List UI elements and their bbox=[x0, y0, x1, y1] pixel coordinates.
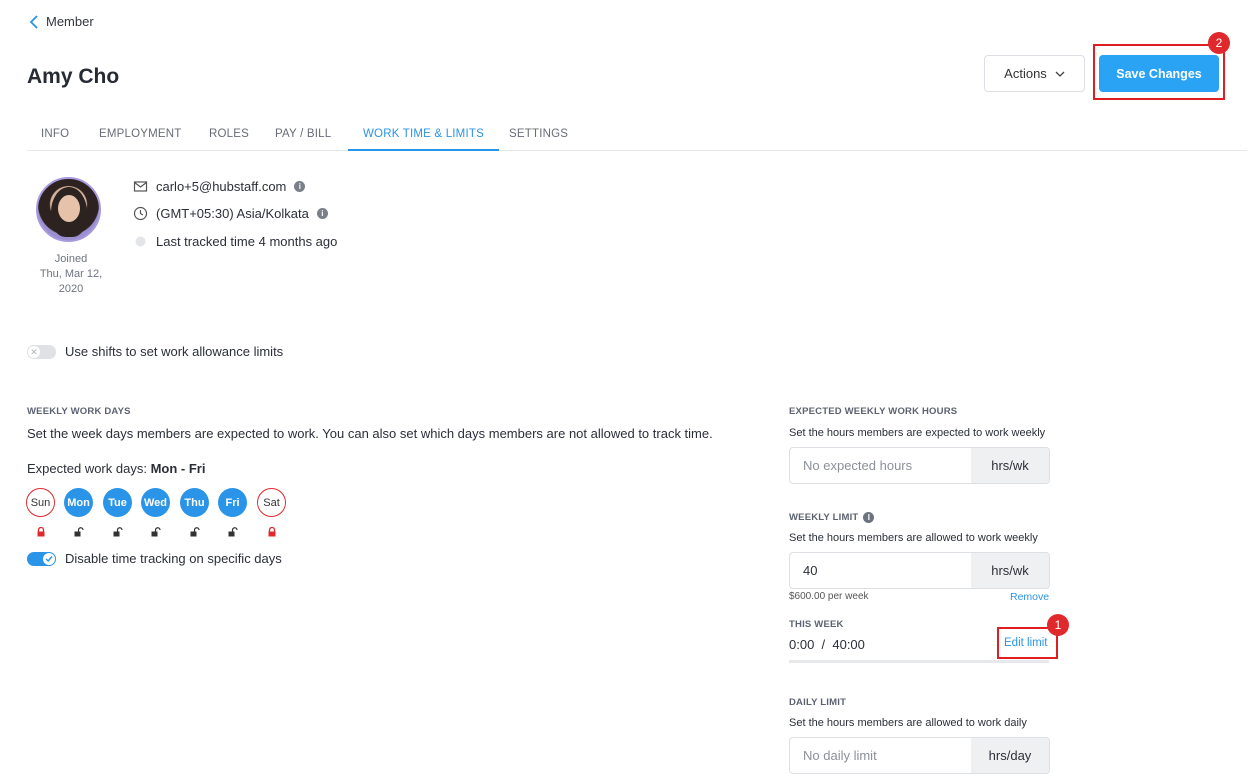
weekly-limit-input[interactable]: 40 bbox=[790, 553, 971, 588]
per-week-amount: $600.00 per week bbox=[789, 591, 869, 602]
expected-hours-field[interactable]: No expected hours hrs/wk bbox=[789, 447, 1050, 484]
day-sat[interactable]: Sat bbox=[257, 488, 286, 517]
clock-icon bbox=[133, 206, 148, 221]
tab-pay-bill[interactable]: PAY / BILL bbox=[275, 120, 331, 151]
tab-roles[interactable]: ROLES bbox=[209, 120, 249, 151]
weekly-limit-unit: hrs/wk bbox=[971, 553, 1049, 588]
lock-open-icon[interactable] bbox=[228, 527, 238, 537]
daily-limit-description: Set the hours members are allowed to wor… bbox=[789, 717, 1027, 729]
annotation-badge-2: 2 bbox=[1208, 32, 1230, 54]
tab-work-time-limits[interactable]: WORK TIME & LIMITS bbox=[348, 120, 499, 151]
daily-limit-heading: DAILY LIMIT bbox=[789, 697, 847, 708]
chevron-down-icon bbox=[1055, 71, 1065, 77]
weekly-work-days-heading: WEEKLY WORK DAYS bbox=[27, 406, 131, 417]
page-title: Amy Cho bbox=[27, 65, 120, 88]
last-tracked-text: Last tracked time 4 months ago bbox=[156, 234, 338, 249]
tab-info[interactable]: INFO bbox=[41, 120, 69, 151]
back-link[interactable]: Member bbox=[29, 14, 94, 29]
expected-weekly-heading: EXPECTED WEEKLY WORK HOURS bbox=[789, 406, 958, 417]
actions-label: Actions bbox=[1004, 66, 1047, 81]
joined-label: Joined bbox=[54, 253, 88, 265]
lock-open-icon[interactable] bbox=[113, 527, 123, 537]
daily-limit-input[interactable]: No daily limit bbox=[790, 738, 971, 773]
day-fri[interactable]: Fri bbox=[218, 488, 247, 517]
expected-hours-input[interactable]: No expected hours bbox=[790, 448, 971, 483]
day-sun[interactable]: Sun bbox=[26, 488, 55, 517]
check-icon bbox=[43, 553, 55, 565]
weekly-limit-heading-row: WEEKLY LIMIT i bbox=[789, 512, 875, 523]
avatar bbox=[36, 177, 101, 242]
tab-bar: INFO EMPLOYMENT ROLES PAY / BILL WORK TI… bbox=[27, 120, 1247, 151]
lock-open-icon[interactable] bbox=[190, 527, 200, 537]
day-wed[interactable]: Wed bbox=[141, 488, 170, 517]
weekly-limit-description: Set the hours members are allowed to wor… bbox=[789, 532, 1038, 544]
email-row: carlo+5@hubstaff.com i bbox=[133, 179, 306, 194]
shifts-label: Use shifts to set work allowance limits bbox=[65, 344, 284, 359]
weekly-limit-progress-bar bbox=[789, 660, 1049, 663]
mail-icon bbox=[133, 181, 148, 192]
timezone-row: (GMT+05:30) Asia/Kolkata i bbox=[133, 206, 328, 221]
chevron-left-icon bbox=[29, 14, 38, 29]
actions-dropdown-button[interactable]: Actions bbox=[984, 55, 1085, 92]
tab-employment[interactable]: EMPLOYMENT bbox=[99, 120, 182, 151]
info-icon[interactable]: i bbox=[316, 208, 328, 219]
tab-settings[interactable]: SETTINGS bbox=[509, 120, 568, 151]
day-mon[interactable]: Mon bbox=[64, 488, 93, 517]
lock-closed-icon[interactable] bbox=[267, 527, 277, 537]
email-text: carlo+5@hubstaff.com bbox=[156, 179, 287, 194]
day-tue[interactable]: Tue bbox=[103, 488, 132, 517]
edit-limit-link[interactable]: Edit limit bbox=[1004, 637, 1047, 649]
back-label: Member bbox=[46, 14, 94, 29]
lock-closed-icon[interactable] bbox=[36, 527, 46, 537]
expected-work-days-prefix: Expected work days: bbox=[27, 461, 151, 476]
daily-limit-field[interactable]: No daily limit hrs/day bbox=[789, 737, 1050, 774]
expected-weekly-description: Set the hours members are expected to wo… bbox=[789, 427, 1046, 439]
expected-work-days-value: Mon - Fri bbox=[150, 461, 206, 476]
info-icon[interactable]: i bbox=[863, 512, 875, 523]
annotation-badge-1: 1 bbox=[1047, 614, 1069, 636]
shifts-toggle[interactable]: ✕ bbox=[27, 345, 56, 359]
day-thu[interactable]: Thu bbox=[180, 488, 209, 517]
save-changes-button[interactable]: Save Changes bbox=[1099, 55, 1219, 92]
remove-limit-link[interactable]: Remove bbox=[1010, 591, 1049, 603]
disable-tracking-label: Disable time tracking on specific days bbox=[65, 551, 282, 566]
info-icon[interactable]: i bbox=[294, 181, 306, 192]
joined-info: Joined Thu, Mar 12, 2020 bbox=[27, 252, 115, 297]
daily-limit-unit: hrs/day bbox=[971, 738, 1049, 773]
status-dot-icon bbox=[135, 236, 146, 247]
last-tracked-row: Last tracked time 4 months ago bbox=[133, 234, 337, 249]
weekly-work-days-description: Set the week days members are expected t… bbox=[27, 426, 713, 441]
this-week-value: 0:00 / 40:00 bbox=[789, 637, 865, 652]
expected-work-days: Expected work days: Mon - Fri bbox=[27, 461, 205, 476]
weekly-limit-heading: WEEKLY LIMIT bbox=[789, 512, 859, 523]
lock-open-icon[interactable] bbox=[74, 527, 84, 537]
timezone-text: (GMT+05:30) Asia/Kolkata bbox=[156, 206, 309, 221]
joined-date: Thu, Mar 12, 2020 bbox=[39, 268, 103, 295]
close-icon: ✕ bbox=[28, 346, 40, 358]
lock-open-icon[interactable] bbox=[151, 527, 161, 537]
this-week-heading: THIS WEEK bbox=[789, 619, 844, 630]
disable-tracking-toggle[interactable] bbox=[27, 552, 56, 566]
expected-hours-unit: hrs/wk bbox=[971, 448, 1049, 483]
weekly-limit-field[interactable]: 40 hrs/wk bbox=[789, 552, 1050, 589]
